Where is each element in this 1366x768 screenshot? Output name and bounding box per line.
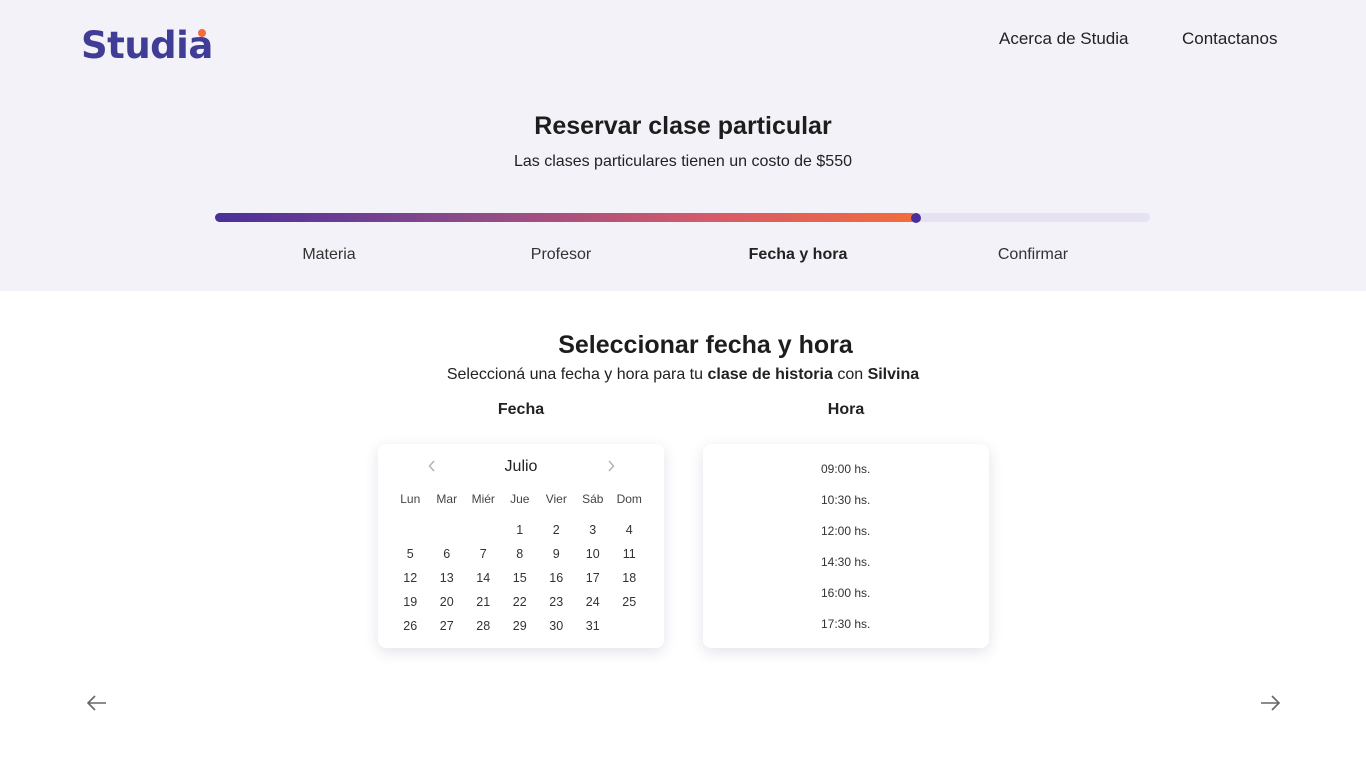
calendar-day[interactable]: 5 (392, 547, 429, 561)
nav-link-contact[interactable]: Contactanos (1182, 29, 1277, 49)
time-slot[interactable]: 10:30 hs. (703, 491, 989, 522)
calendar-day[interactable]: 9 (538, 547, 575, 561)
calendar-day[interactable]: 2 (538, 523, 575, 537)
time-slot[interactable]: 14:30 hs. (703, 553, 989, 584)
chevron-right-icon[interactable] (606, 459, 616, 478)
calendar-week: 1234 (392, 518, 664, 542)
page-subtitle: Las clases particulares tienen un costo … (514, 153, 852, 170)
weekday-label: Jue (510, 492, 530, 506)
time-list: 09:00 hs. 10:30 hs. 12:00 hs. 14:30 hs. 16:0… (703, 460, 989, 646)
step-fecha-y-hora: Fecha y hora (748, 246, 848, 263)
calendar-day[interactable]: 31 (575, 619, 612, 633)
calendar-day[interactable]: 24 (575, 595, 612, 609)
weekday-label: Miér (471, 492, 495, 506)
logo-text: Studia (81, 24, 213, 67)
calendar-header: Julio (378, 458, 664, 478)
calendar-day[interactable]: 29 (502, 619, 539, 633)
progress-bar (215, 212, 1150, 223)
calendar-day[interactable]: 12 (392, 571, 429, 585)
studia-logo[interactable]: Studia (81, 26, 213, 66)
weekday-label: Lun (400, 492, 421, 506)
nav-link-about[interactable]: Acerca de Studia (999, 29, 1128, 49)
calendar-day[interactable]: 28 (465, 619, 502, 633)
calendar-day[interactable]: 17 (575, 571, 612, 585)
calendar-week: 19 20 21 22 23 24 25 (392, 590, 664, 614)
calendar-day[interactable]: 27 (429, 619, 466, 633)
calendar-day[interactable]: 16 (538, 571, 575, 585)
calendar-days: 1 2 3 4 5 6 7 8 9 10 11 12 13 14 15 16 17 18 19 20 21 22 23 24 2… (392, 518, 664, 638)
calendar-day[interactable]: 1 (502, 523, 539, 537)
time-slot[interactable]: 12:00 hs. (703, 522, 989, 553)
calendar-day[interactable]: 10 (575, 547, 612, 561)
logo-dot (197, 29, 206, 37)
calendar-grid: Lun Mar Miér Jue Vier Sáb Dom 1 2 3 4 5 6 7 8 9 10 11 12 1… (392, 487, 664, 638)
progress-fill (215, 213, 916, 222)
time-slot[interactable]: 17:30 hs. (703, 615, 989, 646)
calendar-day[interactable]: 4 (611, 523, 648, 537)
step-profesor: Profesor (530, 246, 592, 263)
arrow-left-icon[interactable] (84, 690, 110, 716)
calendar-day[interactable]: 22 (502, 595, 539, 609)
weekday-label: Dom (616, 492, 642, 506)
time-picker-card: 09:00 hs. 10:30 hs. 12:00 hs. 14:30 hs. 16:0… (703, 444, 989, 648)
calendar-week: 5 6 7 8 9 10 11 (392, 542, 664, 566)
time-column-label: Hora (827, 401, 865, 418)
step-materia: Materia (302, 246, 356, 263)
weekday-label: Sáb (582, 492, 604, 506)
section-subject: clase de historia (707, 366, 833, 383)
calendar-week: 26 27 28 29 30 31 (392, 614, 664, 638)
calendar-day[interactable]: 3 (575, 523, 612, 537)
page-title: Reservar clase particular (534, 112, 832, 140)
calendar-day[interactable]: 14 (465, 571, 502, 585)
calendar-day[interactable]: 25 (611, 595, 648, 609)
section-subtitle: Seleccioná una fecha y hora para tu clas… (0, 366, 1366, 384)
calendar-day[interactable]: 6 (429, 547, 466, 561)
section-teacher: Silvina (867, 366, 920, 383)
calendar-day[interactable]: 23 (538, 595, 575, 609)
calendar-day[interactable]: 30 (538, 619, 575, 633)
calendar-day[interactable]: 18 (611, 571, 648, 585)
calendar-month: Julio (504, 458, 538, 475)
weekday-label: Mar (436, 492, 458, 506)
calendar-day[interactable]: 15 (502, 571, 539, 585)
section-connector: con (837, 366, 864, 383)
weekday-label: Vier (545, 492, 567, 506)
calendar-day[interactable]: 26 (392, 619, 429, 633)
calendar-week: 12 13 14 15 16 17 18 (392, 566, 664, 590)
calendar-weekdays: Lun Mar Miér Jue Vier Sáb Dom (392, 487, 664, 511)
calendar-day[interactable]: 8 (502, 547, 539, 561)
calendar-day[interactable]: 11 (611, 547, 648, 561)
time-slot[interactable]: 09:00 hs. (703, 460, 989, 491)
section-subtitle-prefix: Seleccioná una fecha y hora para tu (446, 366, 704, 383)
calendar-day[interactable]: 7 (465, 547, 502, 561)
calendar-day[interactable]: 20 (429, 595, 466, 609)
arrow-right-icon[interactable] (1257, 690, 1283, 716)
date-picker-card: Julio Lun Mar Miér Jue Vier Sáb Dom 1234567891… (378, 444, 664, 648)
progress-knob (911, 212, 921, 223)
time-slot[interactable]: 16:00 hs. (703, 584, 989, 615)
section-title: Seleccionar fecha y hora (558, 331, 853, 359)
calendar-day[interactable]: 19 (392, 595, 429, 609)
date-column-label: Fecha (497, 401, 545, 418)
step-confirmar: Confirmar (997, 246, 1069, 263)
calendar-day[interactable]: 21 (465, 595, 502, 609)
calendar-day[interactable]: 13 (429, 571, 466, 585)
